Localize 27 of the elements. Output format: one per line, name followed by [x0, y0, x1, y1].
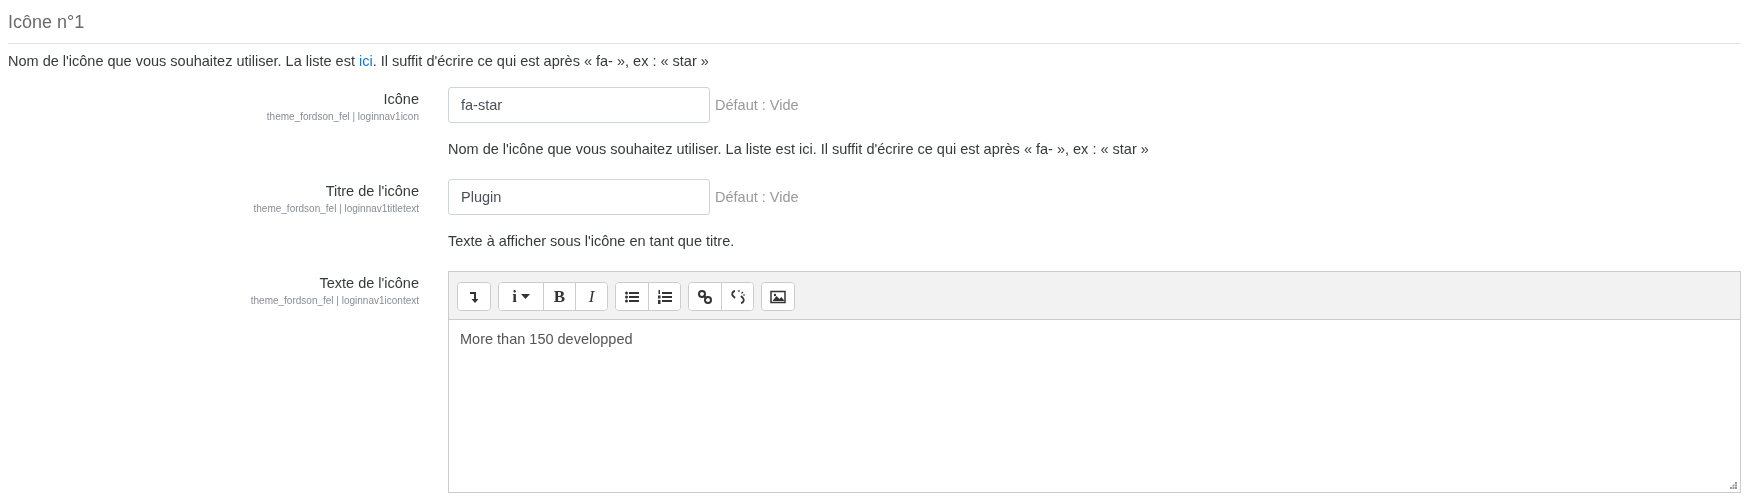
- section-title: Icône n°1: [8, 11, 86, 34]
- setting-label: Titre de l'icône: [325, 183, 419, 199]
- toolbar-button[interactable]: [648, 283, 680, 310]
- help-text: Nom de l'icône que vous souhaitez utiliser. La liste est ici. Il suffit d'écrire ce qui est après « fa- », ex : « star »: [448, 141, 1150, 157]
- unlink-icon: [729, 288, 746, 305]
- default-value: Défaut : Vide: [715, 97, 799, 113]
- numbered-list-icon: [656, 288, 673, 305]
- setting-id: theme_fordson_fel | loginnav1icon: [266, 111, 419, 122]
- text-field[interactable]: Plugin: [448, 179, 710, 215]
- setting-id: theme_fordson_fel | loginnav1titletext: [253, 203, 419, 214]
- link-icon: [697, 288, 713, 305]
- setting-label: Icône: [383, 91, 419, 107]
- section-description: Nom de l'icône que vous souhaitez utiliser. La liste est ici. Il suffit d'écrire ce qui est après « fa- », ex : « star »: [8, 53, 710, 69]
- toolbar-button[interactable]: [762, 283, 794, 310]
- text-field[interactable]: fa-star: [448, 87, 710, 123]
- default-value: Défaut : Vide: [715, 189, 799, 205]
- toolbar-button[interactable]: [458, 283, 490, 310]
- resize-grip-icon[interactable]: [1730, 482, 1737, 489]
- format-button[interactable]: I: [575, 283, 607, 310]
- caret-icon: [520, 294, 530, 299]
- list-link[interactable]: ici: [358, 53, 373, 69]
- editor-text: More than 150 developped: [460, 331, 633, 347]
- toolbar-button[interactable]: [721, 283, 753, 310]
- image-icon: [770, 288, 786, 305]
- help-text: Texte à afficher sous l'icône en tant que titre.: [448, 233, 736, 249]
- setting-label: Texte de l'icône: [319, 275, 419, 291]
- setting-id: theme_fordson_fel | loginnav1icontext: [250, 295, 419, 306]
